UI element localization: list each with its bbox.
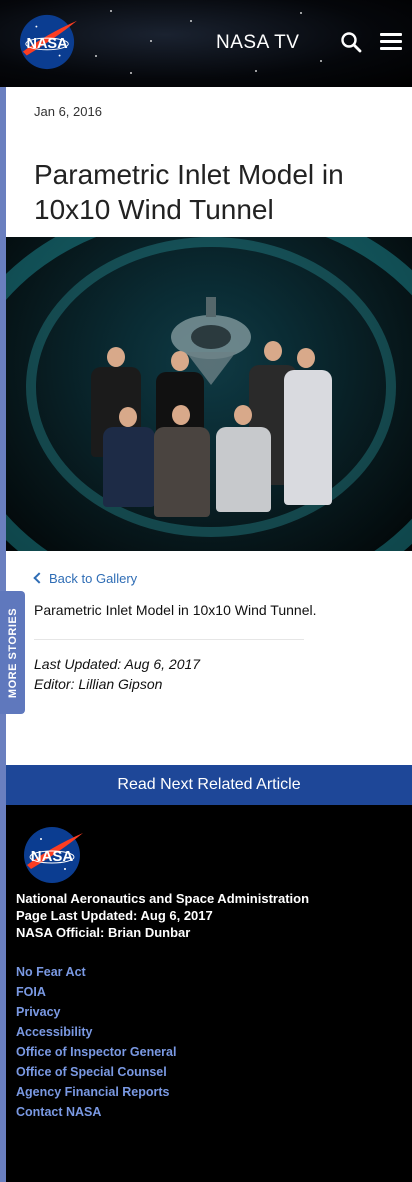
person: [216, 427, 271, 512]
chevron-left-icon: [33, 572, 45, 584]
last-updated: Last Updated: Aug 6, 2017: [34, 656, 201, 672]
star-decoration: [320, 60, 322, 62]
more-stories-label: MORE STORIES: [6, 607, 19, 698]
more-stories-tab[interactable]: MORE STORIES: [0, 591, 25, 714]
person-head: [264, 341, 282, 361]
footer-link-contact-nasa[interactable]: Contact NASA: [16, 1102, 176, 1122]
page-last-updated: Page Last Updated: Aug 6, 2017: [16, 908, 213, 923]
divider: [34, 639, 304, 640]
back-to-gallery-link[interactable]: Back to Gallery: [33, 571, 138, 586]
footer-link-inspector-general[interactable]: Office of Inspector General: [16, 1042, 176, 1062]
svg-text:NASA: NASA: [26, 36, 68, 52]
person-head: [297, 348, 315, 368]
person: [103, 427, 155, 507]
star-decoration: [300, 12, 302, 14]
footer-link-no-fear-act[interactable]: No Fear Act: [16, 962, 176, 982]
site-header: NASA NASA TV: [0, 0, 412, 87]
footer-link-accessibility[interactable]: Accessibility: [16, 1022, 176, 1042]
article-image: [6, 237, 412, 551]
person: [284, 370, 332, 505]
star-decoration: [110, 10, 112, 12]
article-meta: Last Updated: Aug 6, 2017 Editor: Lillia…: [34, 654, 200, 694]
person-head: [119, 407, 137, 427]
read-next-button[interactable]: Read Next Related Article: [6, 765, 412, 805]
footer-link-foia[interactable]: FOIA: [16, 982, 176, 1002]
agency-info: National Aeronautics and Space Administr…: [16, 890, 309, 941]
footer-link-financial-reports[interactable]: Agency Financial Reports: [16, 1082, 176, 1102]
footer-link-privacy[interactable]: Privacy: [16, 1002, 176, 1022]
menu-icon[interactable]: [380, 33, 402, 51]
footer-link-special-counsel[interactable]: Office of Special Counsel: [16, 1062, 176, 1082]
agency-name: National Aeronautics and Space Administr…: [16, 891, 310, 906]
nasa-tv-link[interactable]: NASA TV: [216, 32, 299, 54]
person-head: [234, 405, 252, 425]
nasa-logo[interactable]: NASA: [21, 825, 85, 885]
svg-text:NASA: NASA: [31, 848, 74, 865]
star-decoration: [190, 20, 192, 22]
person-head: [172, 405, 190, 425]
star-decoration: [150, 40, 152, 42]
nasa-official: NASA Official: Brian Dunbar: [16, 925, 191, 940]
search-icon[interactable]: [340, 31, 362, 53]
article: Jan 6, 2016 Parametric Inlet Model in 10…: [6, 87, 412, 765]
person: [154, 427, 210, 517]
back-link-label: Back to Gallery: [49, 571, 138, 586]
nasa-logo[interactable]: NASA: [17, 13, 79, 71]
person-head: [107, 347, 125, 367]
star-decoration: [255, 70, 257, 72]
image-caption: Parametric Inlet Model in 10x10 Wind Tun…: [34, 602, 317, 618]
article-date: Jan 6, 2016: [34, 104, 102, 119]
footer-links: No Fear Act FOIA Privacy Accessibility O…: [16, 962, 176, 1122]
star-decoration: [130, 72, 132, 74]
star-decoration: [95, 55, 97, 57]
site-footer: NASA National Aeronautics and Space Admi…: [6, 805, 412, 1182]
page-title: Parametric Inlet Model in 10x10 Wind Tun…: [34, 159, 344, 225]
person-head: [171, 351, 189, 371]
editor: Editor: Lillian Gipson: [34, 676, 163, 692]
tunnel-ring: [26, 237, 396, 537]
